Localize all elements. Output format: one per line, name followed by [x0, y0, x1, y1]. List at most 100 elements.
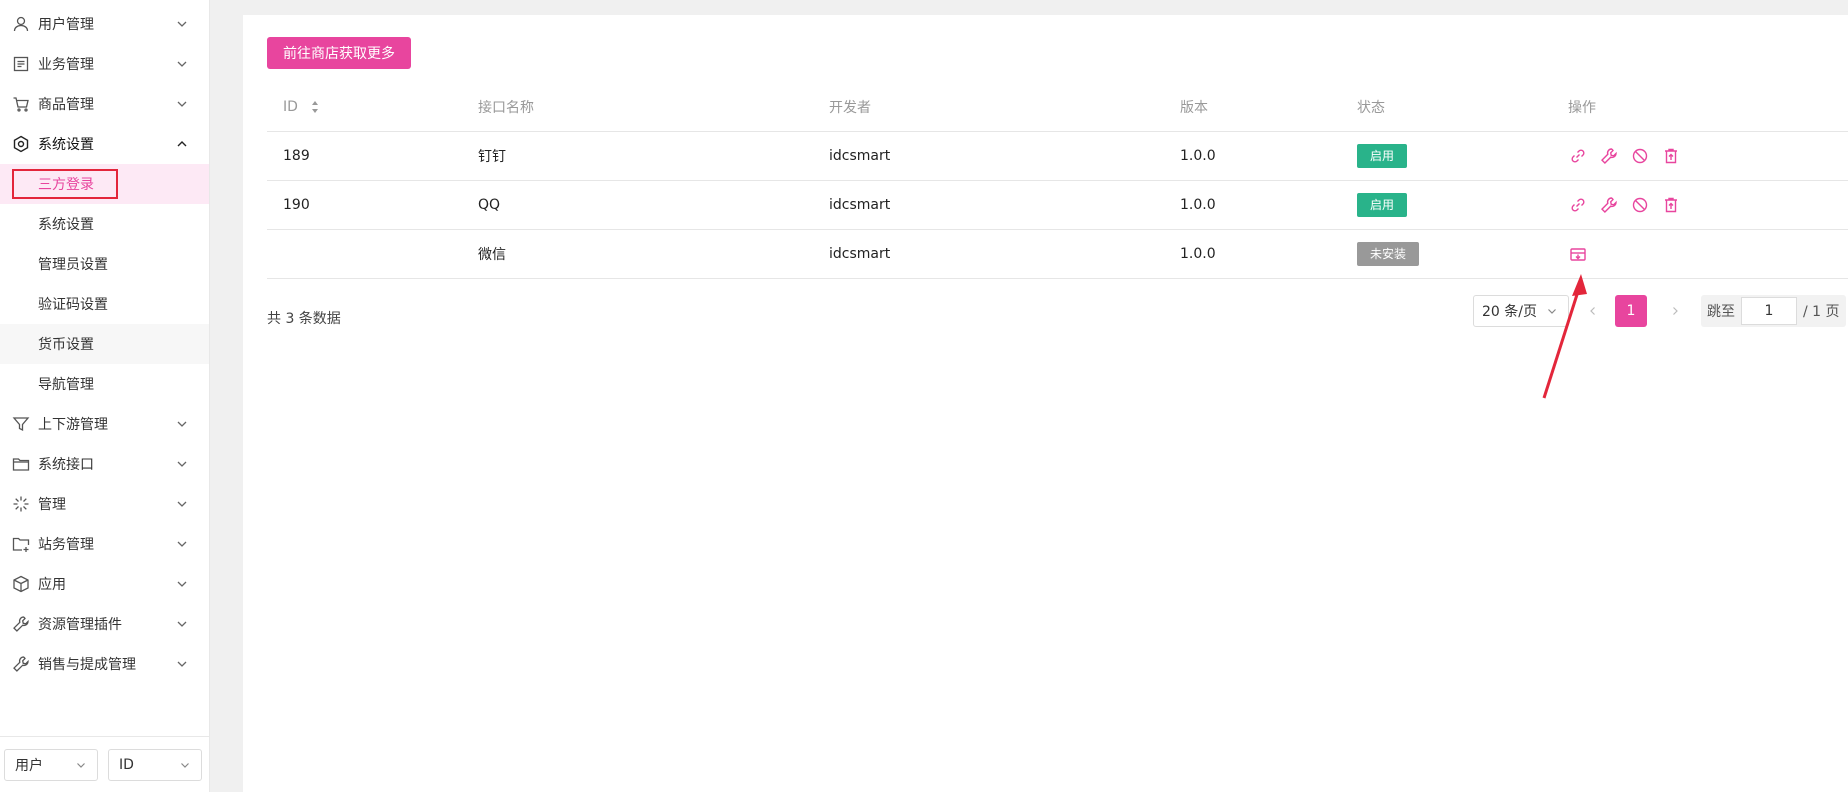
interface-table: ID 接口名称 开发者 版本 状态 操作 189 钉钉 idcsmart 1.0…	[267, 83, 1848, 279]
page-size-select[interactable]: 20 条/页	[1473, 295, 1569, 327]
cart-icon	[12, 95, 30, 113]
uninstall-icon[interactable]	[1661, 146, 1681, 166]
cell-version: 1.0.0	[1180, 131, 1357, 181]
table-header-row: ID 接口名称 开发者 版本 状态 操作	[267, 83, 1848, 132]
sidebar-item-applications[interactable]: 应用	[0, 564, 209, 604]
total-count: 共 3 条数据	[267, 311, 341, 327]
wrench-icon[interactable]	[1599, 146, 1619, 166]
user-icon	[12, 15, 30, 33]
cell-status: 启用	[1357, 131, 1568, 181]
search-type-value: 用户	[15, 757, 43, 774]
cell-status: 启用	[1357, 180, 1568, 230]
page-number-button[interactable]: 1	[1615, 295, 1647, 327]
cell-version: 1.0.0	[1180, 180, 1357, 230]
chevron-down-icon	[177, 541, 187, 547]
sidebar-item-site-management[interactable]: 站务管理	[0, 524, 209, 564]
chevron-down-icon	[177, 621, 187, 627]
wrench-icon[interactable]	[1599, 195, 1619, 215]
page-jump-input[interactable]	[1741, 297, 1797, 325]
sidebar-menu: 用户管理 业务管理 商品管理 系统设置 三方登录 系统设置 管理员设置 验证码设…	[0, 0, 209, 684]
cell-name: QQ	[478, 180, 829, 230]
sidebar-item-business-management[interactable]: 业务管理	[0, 44, 209, 84]
uninstall-icon[interactable]	[1661, 195, 1681, 215]
link-icon[interactable]	[1568, 146, 1588, 166]
sidebar-item-label: 上下游管理	[38, 417, 108, 433]
sidebar-item-user-management[interactable]: 用户管理	[0, 4, 209, 44]
page-jump: 跳至 / 1 页	[1701, 295, 1846, 327]
cell-ops	[1568, 131, 1848, 181]
sidebar-item-label: 资源管理插件	[38, 617, 122, 633]
cell-developer: idcsmart	[829, 180, 1180, 230]
sidebar-item-sales-commission[interactable]: 销售与提成管理	[0, 644, 209, 684]
cell-id	[267, 229, 478, 279]
chevron-down-icon	[177, 101, 187, 107]
sidebar: 用户管理 业务管理 商品管理 系统设置 三方登录 系统设置 管理员设置 验证码设…	[0, 0, 210, 792]
sidebar-item-system-interface[interactable]: 系统接口	[0, 444, 209, 484]
page-jump-label: 跳至	[1707, 304, 1735, 320]
cell-developer: idcsmart	[829, 131, 1180, 181]
page-size-value: 20 条/页	[1482, 304, 1537, 320]
chevron-down-icon	[177, 21, 187, 27]
cell-developer: idcsmart	[829, 229, 1180, 279]
cube-icon	[12, 575, 30, 593]
sidebar-item-label: 用户管理	[38, 17, 94, 33]
chevron-down-icon	[177, 421, 187, 427]
sidebar-item-system-settings[interactable]: 系统设置	[0, 124, 209, 164]
sidebar-subitem-label: 货币设置	[38, 337, 94, 353]
sidebar-subitem-system-settings[interactable]: 系统设置	[0, 204, 209, 244]
sort-icon[interactable]	[310, 99, 320, 115]
sidebar-item-resource-plugins[interactable]: 资源管理插件	[0, 604, 209, 644]
sidebar-item-label: 销售与提成管理	[38, 657, 136, 673]
column-header-name: 接口名称	[478, 83, 829, 132]
sidebar-item-label: 管理	[38, 497, 66, 513]
sidebar-item-management[interactable]: 管理	[0, 484, 209, 524]
go-to-store-button[interactable]: 前往商店获取更多	[267, 37, 411, 69]
sidebar-subitem-label: 系统设置	[38, 217, 94, 233]
sidebar-item-product-management[interactable]: 商品管理	[0, 84, 209, 124]
status-badge: 未安装	[1357, 241, 1420, 266]
folder-plus-icon	[12, 535, 30, 553]
sidebar-subitem-navigation-management[interactable]: 导航管理	[0, 364, 209, 404]
sidebar-subitem-label: 三方登录	[12, 169, 118, 199]
sidebar-item-label: 应用	[38, 577, 66, 593]
sidebar-item-label: 商品管理	[38, 97, 94, 113]
chevron-left-icon	[1590, 307, 1595, 315]
column-header-status: 状态	[1357, 83, 1568, 132]
install-icon[interactable]	[1568, 244, 1588, 264]
link-icon[interactable]	[1568, 195, 1588, 215]
sidebar-subitem-label: 导航管理	[38, 377, 94, 393]
search-type-select[interactable]: 用户	[4, 748, 98, 781]
status-badge: 启用	[1357, 143, 1408, 168]
column-header-developer: 开发者	[829, 83, 1180, 132]
spark-icon	[12, 495, 30, 513]
pagination: 20 条/页 1 跳至 / 1 页	[1473, 295, 1846, 327]
chevron-down-icon	[1548, 309, 1556, 314]
disable-icon[interactable]	[1630, 195, 1650, 215]
column-header-ops: 操作	[1568, 83, 1848, 132]
sidebar-subitem-third-party-login[interactable]: 三方登录	[0, 164, 209, 204]
sidebar-item-upstream-downstream[interactable]: 上下游管理	[0, 404, 209, 444]
wrench-icon	[12, 655, 30, 673]
sidebar-item-label: 系统接口	[38, 457, 94, 473]
table-row: 189 钉钉 idcsmart 1.0.0 启用	[267, 131, 1848, 181]
funnel-icon	[12, 415, 30, 433]
table-row: 微信 idcsmart 1.0.0 未安装	[267, 229, 1848, 279]
chevron-down-icon	[177, 661, 187, 667]
chevron-right-icon	[1673, 307, 1678, 315]
sidebar-subitem-captcha-settings[interactable]: 验证码设置	[0, 284, 209, 324]
disable-icon[interactable]	[1630, 146, 1650, 166]
cell-version: 1.0.0	[1180, 229, 1357, 279]
sidebar-search-bar: 用户 ID	[0, 736, 210, 792]
prev-page-button[interactable]	[1577, 295, 1609, 327]
cell-name: 钉钉	[478, 131, 829, 181]
column-header-id[interactable]: ID	[267, 83, 478, 132]
sidebar-item-label: 业务管理	[38, 57, 94, 73]
status-badge: 启用	[1357, 192, 1408, 217]
sidebar-subitem-currency-settings[interactable]: 货币设置	[0, 324, 209, 364]
sidebar-subitem-admin-settings[interactable]: 管理员设置	[0, 244, 209, 284]
cell-id: 190	[267, 180, 478, 230]
next-page-button[interactable]	[1659, 295, 1691, 327]
chevron-down-icon	[177, 501, 187, 507]
wrench-icon	[12, 615, 30, 633]
search-field-select[interactable]: ID	[108, 748, 202, 781]
